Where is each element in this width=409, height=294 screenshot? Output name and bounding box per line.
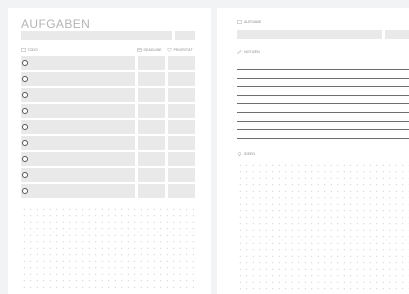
task-row	[8, 152, 208, 166]
priority-cell[interactable]	[168, 168, 195, 182]
task-checkbox[interactable]	[22, 92, 28, 98]
task-row	[8, 168, 208, 182]
note-line[interactable]	[237, 129, 409, 130]
heart-icon	[167, 48, 172, 52]
calendar-icon	[137, 48, 142, 52]
task-row	[8, 56, 208, 70]
note-line[interactable]	[237, 69, 409, 70]
task-row	[8, 120, 208, 134]
todo-cell[interactable]	[21, 168, 135, 182]
todo-cell[interactable]	[21, 72, 135, 86]
task-checkbox[interactable]	[22, 172, 28, 178]
deadline-cell[interactable]	[138, 72, 165, 86]
deadline-cell[interactable]	[138, 184, 165, 198]
deadline-label: DEADLINE	[143, 48, 162, 52]
deadline-cell[interactable]	[138, 168, 165, 182]
lightbulb-icon	[237, 152, 242, 156]
deadline-cell[interactable]	[138, 120, 165, 134]
right-page: AUFGABE NOTIZEN IDEEN	[217, 8, 409, 294]
todo-cell[interactable]	[21, 120, 135, 134]
ideas-label: IDEEN	[244, 152, 255, 156]
dot-grid	[21, 206, 198, 288]
notes-header: NOTIZEN	[237, 50, 260, 54]
document-icon	[237, 20, 242, 24]
note-line[interactable]	[237, 103, 409, 105]
task-row	[8, 104, 208, 118]
task-row	[8, 184, 208, 198]
left-page: AUFGABEN TODO DEADLINE PRIORITÄT	[8, 8, 211, 294]
task-checkbox[interactable]	[22, 108, 28, 114]
task-checkbox[interactable]	[22, 76, 28, 82]
title-field[interactable]	[21, 31, 172, 40]
deadline-header: DEADLINE	[137, 48, 161, 52]
priority-cell[interactable]	[168, 184, 195, 198]
task-header: AUFGABE	[237, 20, 261, 24]
priority-cell[interactable]	[168, 88, 195, 102]
todo-cell[interactable]	[21, 56, 135, 70]
task-field[interactable]	[237, 30, 382, 39]
priority-cell[interactable]	[168, 152, 195, 166]
task-side-field[interactable]	[385, 30, 409, 39]
note-line[interactable]	[237, 94, 409, 96]
todo-cell[interactable]	[21, 152, 135, 166]
ideas-header: IDEEN	[237, 152, 255, 156]
task-label: AUFGABE	[244, 20, 262, 24]
note-line[interactable]	[237, 112, 409, 113]
priority-cell[interactable]	[168, 56, 195, 70]
note-line[interactable]	[237, 77, 409, 79]
todo-cell[interactable]	[21, 136, 135, 150]
pencil-icon	[237, 50, 242, 54]
task-checkbox[interactable]	[22, 140, 28, 146]
priority-label: PRIORITÄT	[173, 48, 193, 52]
deadline-cell[interactable]	[138, 56, 165, 70]
todo-cell[interactable]	[21, 88, 135, 102]
page-title: AUFGABEN	[21, 17, 91, 31]
deadline-cell[interactable]	[138, 136, 165, 150]
task-checkbox[interactable]	[22, 60, 28, 66]
task-row	[8, 72, 208, 86]
task-checkbox[interactable]	[22, 156, 28, 162]
priority-header: PRIORITÄT	[167, 48, 193, 52]
note-line[interactable]	[237, 86, 409, 87]
deadline-cell[interactable]	[138, 88, 165, 102]
priority-cell[interactable]	[168, 104, 195, 118]
notes-label: NOTIZEN	[244, 50, 260, 54]
todo-cell[interactable]	[21, 184, 135, 198]
task-row	[8, 136, 208, 150]
document-icon	[21, 48, 26, 52]
todo-label: TODO	[27, 48, 38, 52]
ideas-dot-grid	[237, 162, 409, 294]
task-checkbox[interactable]	[22, 124, 28, 130]
todo-header: TODO	[21, 48, 38, 52]
note-line[interactable]	[237, 120, 409, 122]
title-side-field[interactable]	[175, 31, 195, 40]
priority-cell[interactable]	[168, 72, 195, 86]
priority-cell[interactable]	[168, 136, 195, 150]
note-line[interactable]	[237, 137, 409, 139]
deadline-cell[interactable]	[138, 152, 165, 166]
task-checkbox[interactable]	[22, 188, 28, 194]
todo-cell[interactable]	[21, 104, 135, 118]
deadline-cell[interactable]	[138, 104, 165, 118]
priority-cell[interactable]	[168, 120, 195, 134]
task-row	[8, 88, 208, 102]
